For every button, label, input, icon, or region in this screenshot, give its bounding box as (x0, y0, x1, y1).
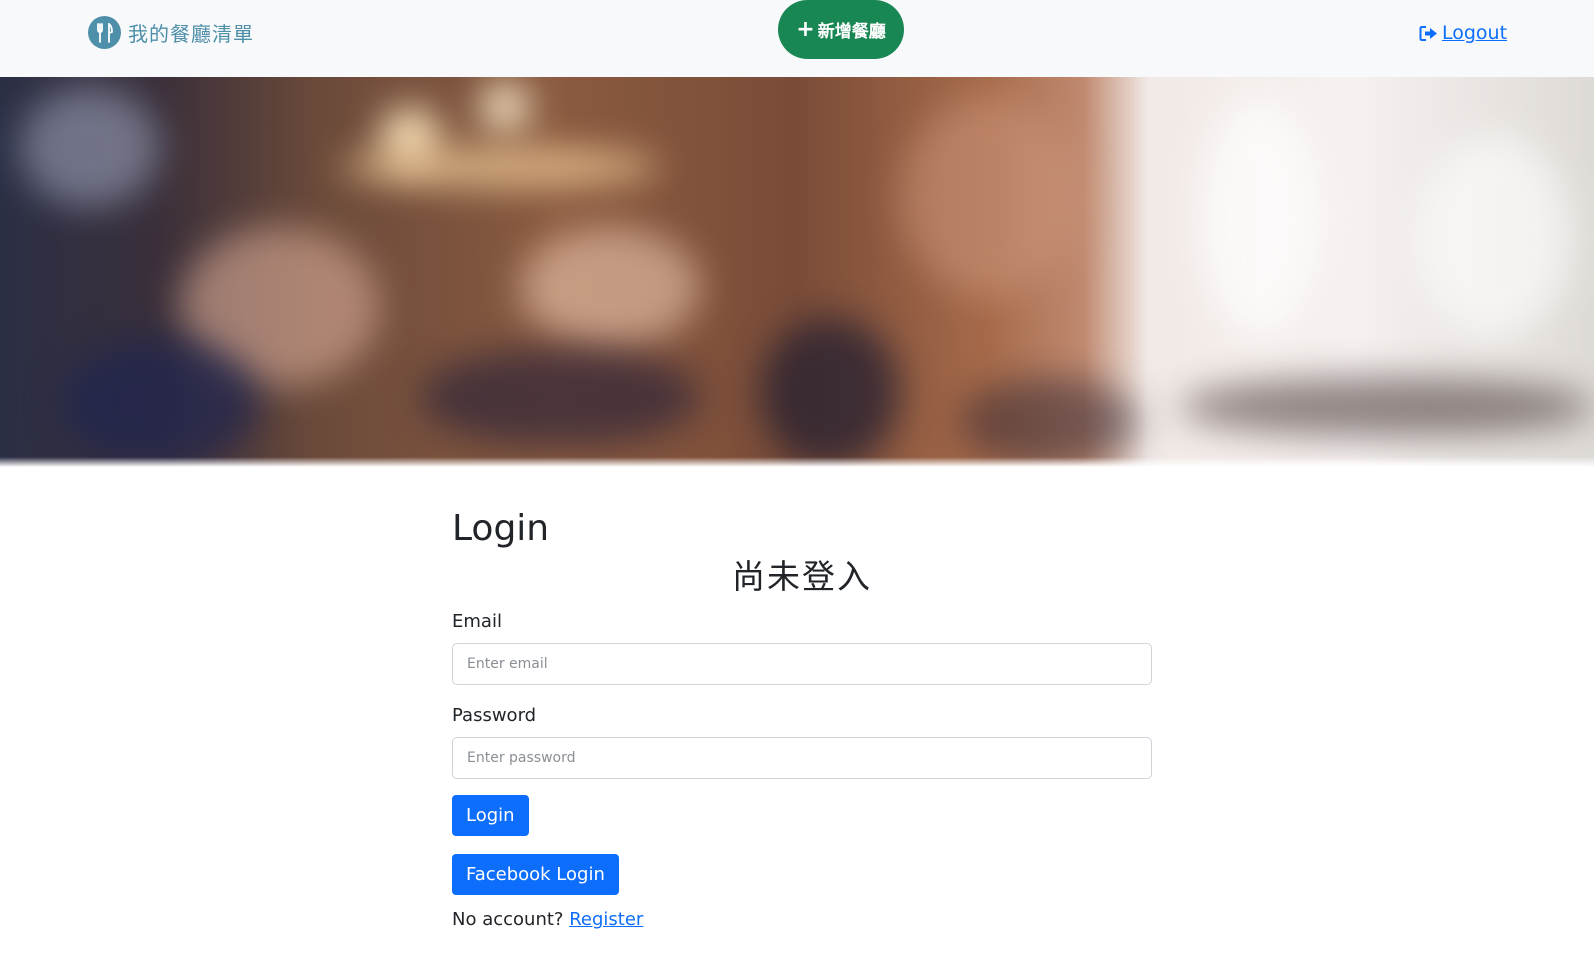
page-title: Login (452, 508, 550, 549)
plus-icon: + (796, 17, 815, 42)
login-form-container: Login 尚未登入 Email Password Login Facebook… (452, 507, 1152, 930)
email-label: Email (452, 611, 502, 632)
navbar: 我的餐廳清單 + 新增餐廳 Logout (0, 0, 1594, 77)
brand-title: 我的餐廳清單 (128, 22, 254, 46)
hero-banner-image (0, 77, 1594, 467)
password-label: Password (452, 705, 537, 726)
add-restaurant-label: 新增餐廳 (817, 22, 886, 42)
utensils-icon (88, 16, 121, 49)
logout-link[interactable]: Logout (1419, 22, 1507, 44)
password-field[interactable] (452, 737, 1152, 779)
login-button[interactable]: Login (452, 795, 529, 836)
sign-out-icon (1419, 25, 1437, 41)
facebook-login-button[interactable]: Facebook Login (452, 854, 619, 895)
email-field[interactable] (452, 643, 1152, 685)
brand-link[interactable]: 我的餐廳清單 (88, 16, 254, 49)
no-account-text: No account? (452, 909, 564, 930)
login-status-text: 尚未登入 (732, 557, 872, 596)
logout-label: Logout (1442, 22, 1508, 44)
register-prompt: No account? Register (452, 909, 1152, 930)
register-link[interactable]: Register (569, 909, 643, 930)
add-restaurant-button[interactable]: + 新增餐廳 (778, 0, 904, 59)
